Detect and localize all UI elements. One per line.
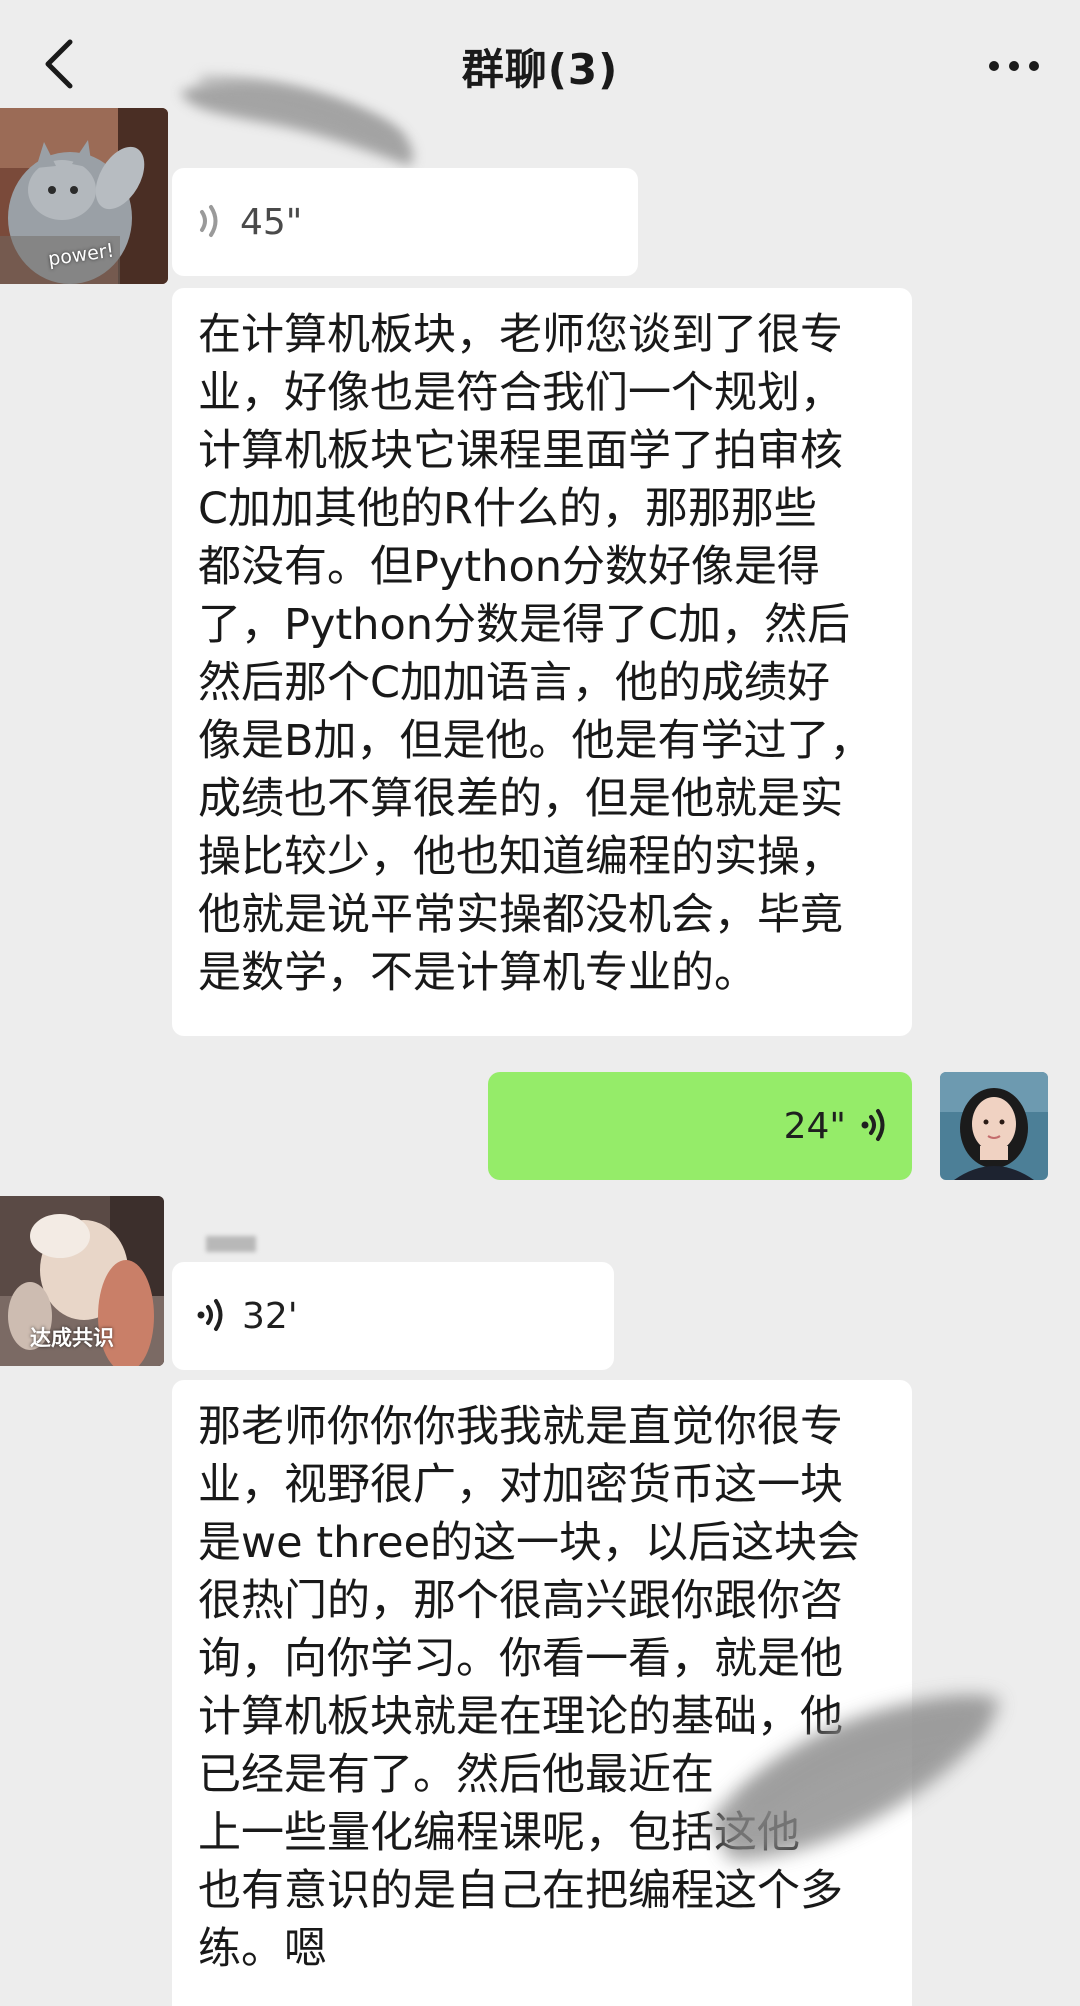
transcript-line: 也有意识的是自己在把编程这个多 xyxy=(198,1866,843,1916)
transcript-line: 业，好像也是符合我们一个规划， xyxy=(198,368,843,418)
more-button[interactable] xyxy=(984,42,1044,86)
transcript-line: 是数学，不是计算机专业的。 xyxy=(198,948,757,998)
transcript-line: C加加其他的R什么的，那那那些 xyxy=(198,484,817,534)
transcript-line: 操比较少，他也知道编程的实操， xyxy=(198,832,843,882)
transcript-bubble[interactable]: 在计算机板块，老师您谈到了很专 业，好像也是符合我们一个规划， 计算机板块它课程… xyxy=(172,288,912,1036)
voice-duration: 24" xyxy=(783,1105,846,1147)
transcript-line: 都没有。但Python分数好像是得 xyxy=(198,542,821,592)
transcript-line: 已经是有了。然后他最近在 xyxy=(198,1750,714,1800)
avatar-self[interactable] xyxy=(940,1072,1048,1180)
avatar-hand[interactable]: 达成共识 xyxy=(0,1196,164,1366)
transcript-bubble[interactable]: 那老师你你你我我就是直觉你很专 业，视野很广，对加密货币这一块 是we thre… xyxy=(172,1380,912,2006)
voice-wave-icon xyxy=(196,1298,230,1341)
transcript-line: 计算机板块它课程里面学了拍审核 xyxy=(198,426,843,476)
transcript-line: 像是B加，但是他。他是有学过了， xyxy=(198,716,873,766)
voice-message[interactable]: 45" xyxy=(172,168,638,276)
transcript-line: 很热门的，那个很高兴跟你跟你咨 xyxy=(198,1576,843,1626)
transcript-line: 业，视野很广，对加密货币这一块 xyxy=(198,1460,843,1510)
voice-duration: 45" xyxy=(240,201,303,243)
more-dots-icon xyxy=(989,61,1039,71)
transcript-line: 那老师你你你我我就是直觉你很专 xyxy=(198,1402,843,1452)
avatar-caption: 达成共识 xyxy=(30,1326,114,1350)
transcript-line: 练。嗯 xyxy=(198,1924,327,1974)
transcript-line: 了，Python分数是得了C加，然后 xyxy=(198,600,851,650)
transcript-line: 计算机板块就是在理论的基础，他 xyxy=(198,1692,843,1742)
transcript-line: 他就是说平常实操都没机会，毕竟 xyxy=(198,890,843,940)
transcript-line: 是we three的这一块，以后这块会 xyxy=(198,1518,861,1568)
transcript-line: 询，向你学习。你看一看，就是他 xyxy=(198,1634,843,1684)
outgoing-voice-message[interactable]: 24" xyxy=(488,1072,912,1180)
transcript-line: 上一些量化编程课呢，包括这他 xyxy=(198,1808,800,1858)
voice-wave-icon xyxy=(860,1108,886,1151)
voice-duration: 32' xyxy=(242,1295,298,1337)
voice-message[interactable]: 32' xyxy=(172,1262,614,1370)
avatar-cat[interactable]: power! xyxy=(0,108,168,284)
transcript-line: 然后那个C加加语言，他的成绩好 xyxy=(198,658,831,708)
transcript-line: 在计算机板块，老师您谈到了很专 xyxy=(198,310,843,360)
chat-screen: 群聊(3) power! 45" 在计算机板块，老师您谈到了很专 业，好像也是符… xyxy=(0,0,1080,2006)
transcript-line: 成绩也不算很差的，但是他就是实 xyxy=(198,774,843,824)
sender-name-redacted xyxy=(206,1236,256,1252)
chat-title: 群聊(3) xyxy=(461,45,619,94)
voice-wave-icon xyxy=(198,204,224,247)
